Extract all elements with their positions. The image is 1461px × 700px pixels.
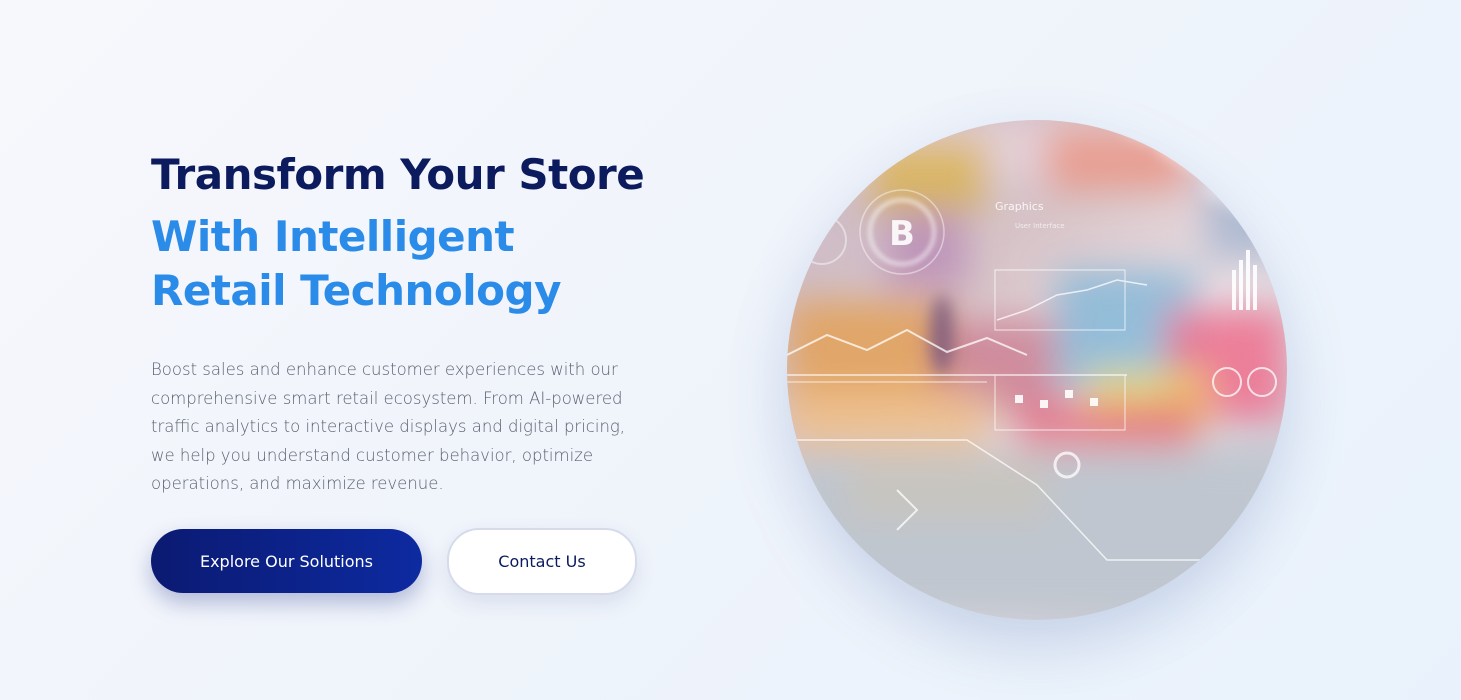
hero-title-accent: With Intelligent Retail Technology	[151, 212, 561, 315]
user-interface-label: User Interface	[1015, 222, 1065, 230]
contact-us-button[interactable]: Contact Us	[447, 528, 637, 595]
retail-analytics-illustration: B Graphics User Interface	[787, 120, 1287, 620]
hero-image-circle: B Graphics User Interface	[787, 120, 1287, 620]
badge-letter: B	[889, 214, 915, 254]
graphics-label: Graphics	[995, 200, 1044, 213]
hero-text-column: Transform Your Store With Intelligent Re…	[151, 148, 671, 499]
hero-button-row: Explore Our Solutions Contact Us	[151, 528, 637, 595]
hero-title: Transform Your Store	[151, 150, 645, 199]
explore-solutions-button[interactable]: Explore Our Solutions	[151, 529, 422, 593]
hero-section: Transform Your Store With Intelligent Re…	[0, 0, 1461, 700]
hero-description: Boost sales and enhance customer experie…	[151, 360, 626, 493]
